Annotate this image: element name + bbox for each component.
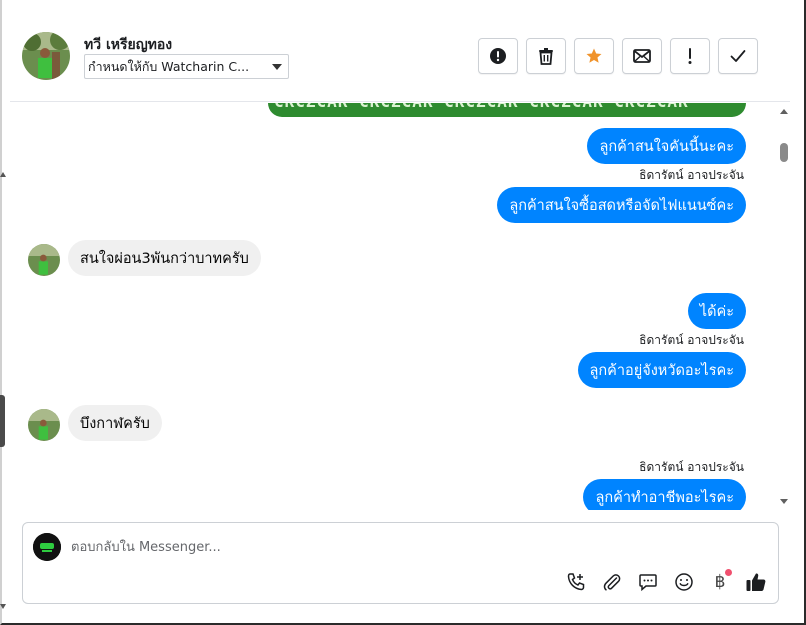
follow-up-button[interactable] bbox=[670, 38, 710, 74]
payment-request-button[interactable]: ฿ bbox=[707, 569, 733, 595]
scroll-up-arrow-icon[interactable] bbox=[780, 109, 788, 114]
emoji-button[interactable] bbox=[671, 569, 697, 595]
baht-payment-icon: ฿ bbox=[714, 572, 726, 592]
check-icon bbox=[730, 50, 746, 62]
message-sender-name: ธิดารัตน์ อาจประจัน bbox=[639, 168, 744, 182]
mark-done-button[interactable] bbox=[718, 38, 758, 74]
conversation-header: ทวี เหรียญทอง กำหนดให้กับ Watcharin C... bbox=[10, 8, 790, 102]
scrollbar-thumb[interactable] bbox=[780, 143, 788, 162]
emoji-icon bbox=[675, 573, 693, 591]
mark-unread-button[interactable] bbox=[622, 38, 662, 74]
message-thread[interactable]: CKCZCAR CKCZCAR CKCZCAR CKCZCAR CKCZCAR … bbox=[10, 103, 790, 510]
contact-avatar-small bbox=[28, 409, 60, 441]
thread-scrollbar[interactable] bbox=[778, 103, 790, 510]
page-logo-avatar bbox=[33, 533, 61, 561]
star-icon bbox=[586, 48, 602, 63]
exclamation-icon bbox=[688, 48, 692, 64]
car-image-attachment[interactable]: CKCZCAR CKCZCAR CKCZCAR CKCZCAR CKCZCAR bbox=[268, 103, 746, 117]
alert-circle-icon bbox=[490, 48, 506, 64]
contact-name[interactable]: ทวี เหรียญทอง bbox=[84, 34, 172, 56]
reply-input[interactable] bbox=[71, 537, 671, 557]
paperclip-icon bbox=[603, 574, 621, 591]
composer-toolbar: ฿ bbox=[563, 569, 769, 595]
trash-icon bbox=[539, 48, 553, 65]
thumbs-up-icon bbox=[746, 573, 766, 591]
message-sender-name: ธิดารัตน์ อาจประจัน bbox=[639, 460, 744, 474]
contact-avatar-small bbox=[28, 244, 60, 276]
contact-avatar[interactable] bbox=[22, 32, 70, 80]
message-bubble-outgoing[interactable]: ได้ค่ะ bbox=[687, 293, 746, 329]
conversation-actions bbox=[478, 38, 758, 74]
spam-alert-button[interactable] bbox=[478, 38, 518, 74]
panel-resize-handle[interactable] bbox=[0, 395, 5, 447]
message-bubble-incoming[interactable]: บึงกาฬครับ bbox=[68, 405, 162, 441]
call-add-button[interactable] bbox=[563, 569, 589, 595]
notification-dot bbox=[725, 569, 732, 576]
assign-dropdown-label: กำหนดให้กับ Watcharin C... bbox=[88, 58, 250, 74]
delete-button[interactable] bbox=[526, 38, 566, 74]
attach-file-button[interactable] bbox=[599, 569, 625, 595]
assign-dropdown[interactable]: กำหนดให้กับ Watcharin C... bbox=[84, 54, 289, 79]
saved-reply-button[interactable] bbox=[635, 569, 661, 595]
thumbs-up-button[interactable] bbox=[743, 569, 769, 595]
panel-scroll-up-icon[interactable] bbox=[0, 172, 6, 177]
message-bubble-outgoing[interactable]: ลูกค้าสนใจซื้อสดหรือจัดไฟแนนซ์คะ bbox=[497, 187, 746, 223]
message-bubble-outgoing[interactable]: ลูกค้าทำอาชีพอะไรคะ bbox=[583, 479, 746, 510]
message-bubble-incoming[interactable]: สนใจผ่อน3พันกว่าบาทครับ bbox=[68, 240, 261, 276]
caret-down-icon bbox=[272, 63, 282, 70]
saved-reply-icon bbox=[639, 574, 657, 592]
reply-composer: ฿ bbox=[22, 522, 779, 604]
star-button[interactable] bbox=[574, 38, 614, 74]
envelope-icon bbox=[633, 49, 651, 63]
message-sender-name: ธิดารัตน์ อาจประจัน bbox=[639, 333, 744, 347]
scroll-down-arrow-icon[interactable] bbox=[780, 499, 788, 504]
panel-scroll-down-icon[interactable] bbox=[0, 604, 6, 609]
message-bubble-outgoing[interactable]: ลูกค้าอยู่จังหวัดอะไรคะ bbox=[577, 352, 746, 388]
message-bubble-outgoing[interactable]: ลูกค้าสนใจคันนี้นะคะ bbox=[587, 128, 746, 164]
car-image-caption: CKCZCAR CKCZCAR CKCZCAR CKCZCAR CKCZCAR bbox=[274, 103, 689, 111]
call-add-icon bbox=[567, 573, 585, 591]
